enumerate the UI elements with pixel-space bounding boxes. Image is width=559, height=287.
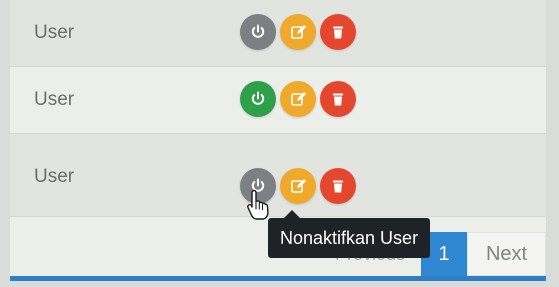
row-actions <box>240 81 356 117</box>
trash-icon <box>333 180 343 193</box>
tooltip-arrow <box>284 210 300 218</box>
power-icon <box>251 24 265 38</box>
edit-button[interactable] <box>280 14 316 50</box>
trash-icon <box>333 93 343 106</box>
user-name: User <box>34 166 75 187</box>
user-name: User <box>34 89 75 110</box>
table-row: User <box>10 67 546 134</box>
table-row: User <box>10 0 546 67</box>
edit-icon <box>291 179 306 193</box>
trash-icon <box>333 26 343 39</box>
hand-cursor-icon <box>247 189 269 220</box>
edit-button[interactable] <box>280 81 316 117</box>
power-icon <box>251 91 265 105</box>
pagination-next[interactable]: Next <box>467 232 546 276</box>
toggle-status-button[interactable] <box>240 81 276 117</box>
toggle-status-button[interactable] <box>240 14 276 50</box>
edit-button[interactable] <box>280 168 316 204</box>
user-name: User <box>34 22 75 43</box>
delete-button[interactable] <box>320 81 356 117</box>
footer-divider <box>10 276 546 281</box>
edit-icon <box>291 25 306 39</box>
edit-icon <box>291 92 306 106</box>
row-actions <box>240 14 356 50</box>
tooltip: Nonaktifkan User <box>268 218 431 258</box>
table-row: User <box>10 134 546 217</box>
delete-button[interactable] <box>320 168 356 204</box>
delete-button[interactable] <box>320 14 356 50</box>
